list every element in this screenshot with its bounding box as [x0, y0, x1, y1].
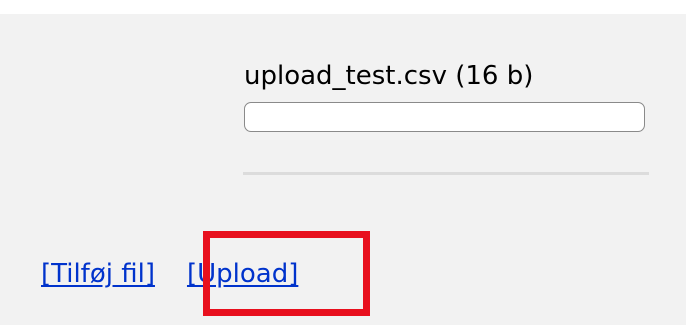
- file-name-label: upload_test.csv (16 b): [244, 61, 534, 91]
- upload-panel: upload_test.csv (16 b) [Tilføj fil] [Upl…: [0, 0, 686, 325]
- action-links: [Tilføj fil] [Upload]: [41, 258, 298, 290]
- file-description-input[interactable]: [244, 102, 645, 132]
- add-file-link[interactable]: [Tilføj fil]: [41, 258, 155, 290]
- top-strip: [0, 0, 686, 14]
- upload-link[interactable]: [Upload]: [187, 258, 298, 290]
- file-entry: upload_test.csv (16 b): [244, 60, 649, 132]
- divider: [243, 172, 649, 175]
